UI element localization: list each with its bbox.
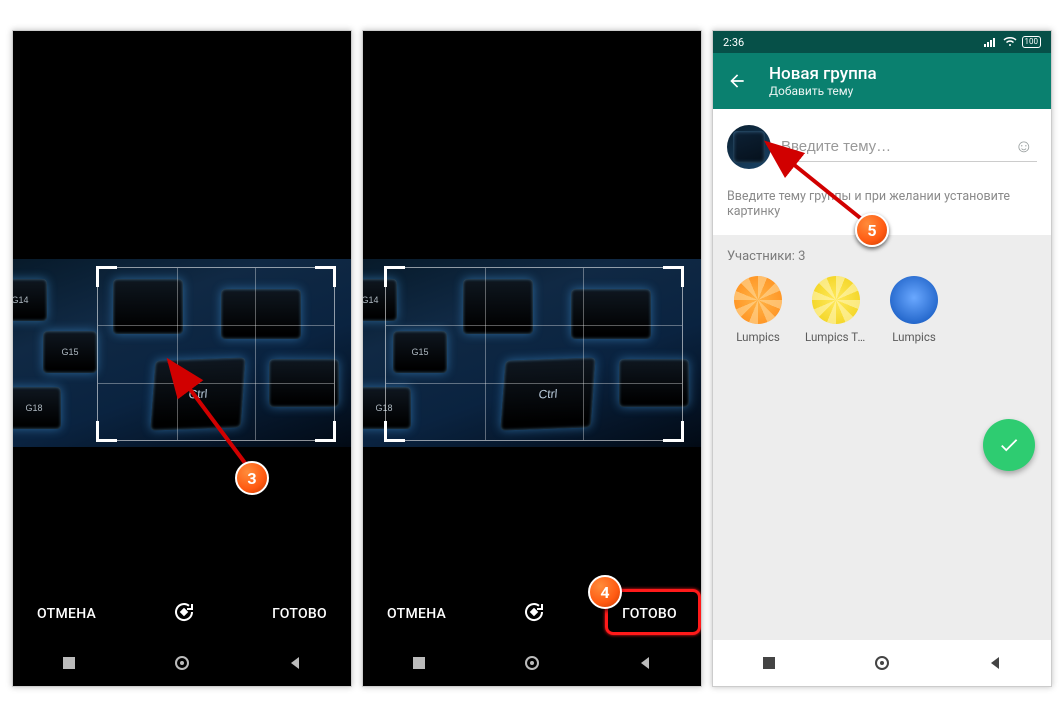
participant-name: Lumpics [892, 330, 936, 344]
android-nav-bar [363, 640, 701, 686]
signal-icon [984, 37, 998, 47]
key-g14: G14 [13, 279, 47, 321]
emoji-icon[interactable]: ☺ [1011, 136, 1037, 157]
participant-name: Lumpics Te… [805, 330, 867, 344]
wifi-icon [1003, 37, 1017, 47]
key-g14: G14 [363, 279, 397, 321]
participants-section: Участники: 3 Lumpics Lumpics Te… Lumpics [713, 235, 1051, 344]
nav-recent-icon[interactable] [761, 655, 777, 671]
nav-recent-icon[interactable] [411, 655, 427, 671]
android-nav-bar [713, 640, 1051, 686]
participant-item[interactable]: Lumpics [727, 276, 789, 344]
key-blank [463, 279, 533, 334]
nav-back-icon[interactable] [987, 655, 1003, 671]
status-bar: 2:36 100 [713, 31, 1051, 53]
key-g18: G18 [363, 387, 411, 429]
nav-back-icon[interactable] [287, 655, 303, 671]
key-blank [221, 289, 301, 339]
key-blank [571, 289, 651, 339]
done-button[interactable]: ГОТОВО [272, 606, 327, 622]
status-time: 2:36 [723, 36, 744, 49]
key-blank [619, 359, 689, 407]
app-header: Новая группа Добавить тему [713, 53, 1051, 109]
key-blank [113, 279, 183, 334]
rotate-icon[interactable] [172, 600, 196, 628]
participant-avatar [890, 276, 938, 324]
header-title: Новая группа [769, 64, 877, 84]
android-nav-bar [13, 640, 351, 686]
crop-bottom-bar: ОТМЕНА ГОТОВО [13, 590, 351, 638]
key-ctrl: Ctrl [500, 357, 595, 430]
header-subtitle: Добавить тему [769, 84, 877, 98]
key-g15: G15 [43, 331, 97, 373]
key-g18: G18 [13, 387, 61, 429]
participant-item[interactable]: Lumpics [883, 276, 945, 344]
key-g15: G15 [393, 331, 447, 373]
cancel-button[interactable]: ОТМЕНА [37, 606, 96, 622]
phone-whatsapp-new-group: 2:36 100 Новая группа Добавить тему ☺ Вв… [712, 30, 1052, 687]
step-marker-3: 3 [235, 461, 269, 495]
phone-crop-1: G14 G15 G18 Ctrl ОТМЕНА ГОТОВО [12, 30, 352, 687]
phone-crop-2: G14 G15 G18 Ctrl ОТМЕНА ГОТОВО 4 [362, 30, 702, 687]
participant-item[interactable]: Lumpics Te… [805, 276, 867, 344]
nav-recent-icon[interactable] [61, 655, 77, 671]
cancel-button[interactable]: ОТМЕНА [387, 606, 446, 622]
participant-avatar [812, 276, 860, 324]
confirm-fab[interactable] [983, 419, 1035, 471]
battery-icon: 100 [1022, 36, 1042, 48]
nav-home-icon[interactable] [174, 655, 190, 671]
annotation-arrow [163, 351, 283, 481]
participants-count: Участники: 3 [727, 249, 1037, 264]
rotate-icon[interactable] [522, 600, 546, 628]
nav-home-icon[interactable] [874, 655, 890, 671]
back-arrow-icon[interactable] [727, 71, 747, 91]
nav-home-icon[interactable] [524, 655, 540, 671]
image-crop-preview[interactable]: G14 G15 G18 Ctrl [363, 259, 701, 447]
step-marker-5: 5 [855, 213, 889, 247]
nav-back-icon[interactable] [637, 655, 653, 671]
step-marker-4: 4 [588, 575, 622, 609]
participant-avatar [734, 276, 782, 324]
participant-name: Lumpics [736, 330, 780, 344]
